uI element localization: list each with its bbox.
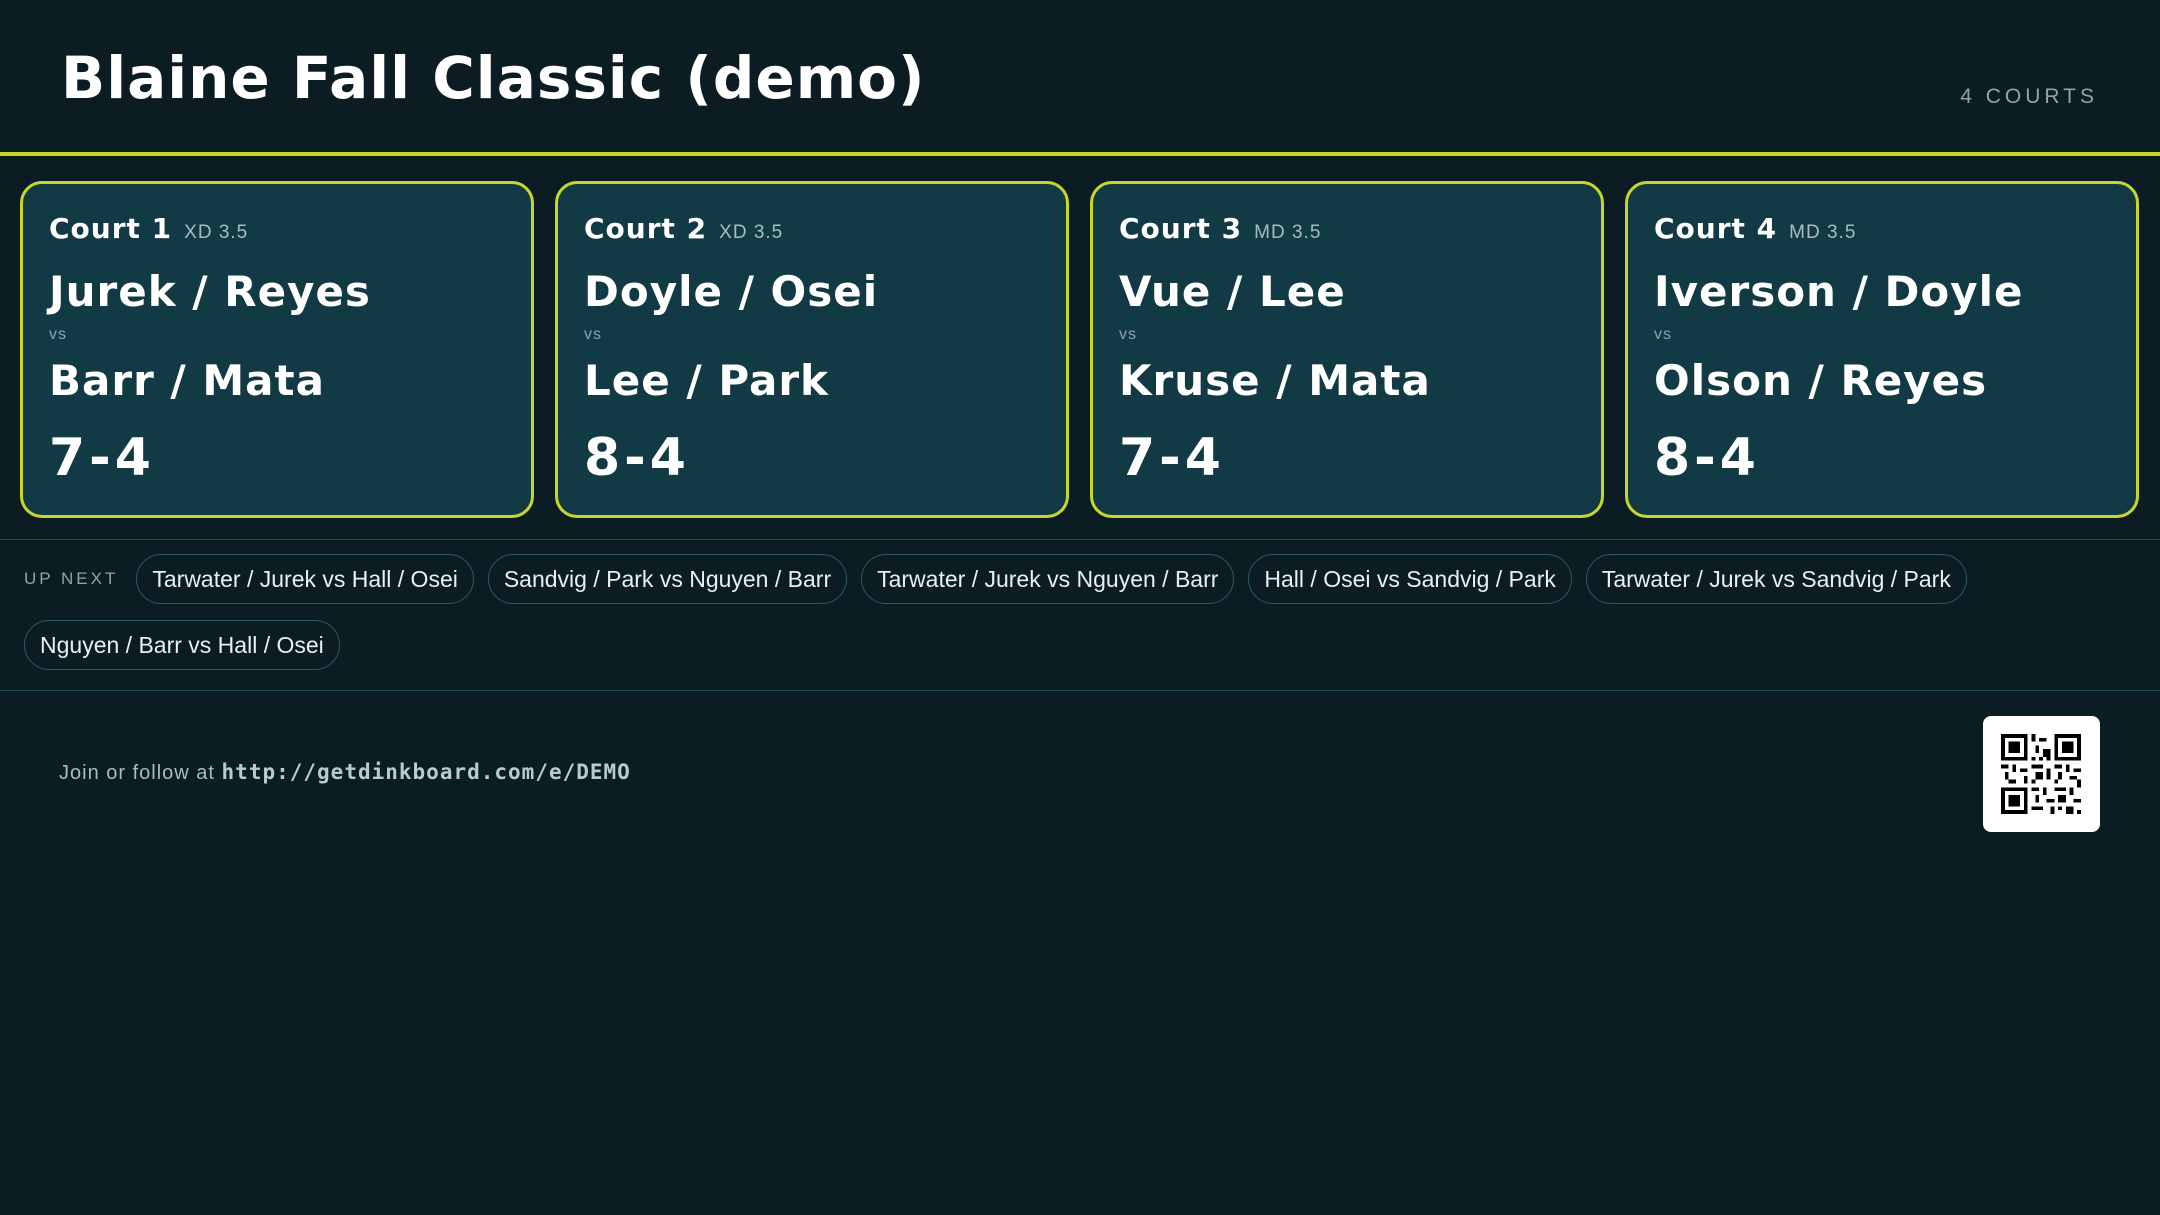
court-card[interactable]: Court 2 XD 3.5 Doyle / Osei vs Lee / Park… <box>555 181 1069 518</box>
event-url-link[interactable]: http://getdinkboard.com/e/DEMO <box>222 760 631 784</box>
score: 8-4 <box>1654 428 1760 488</box>
court-division: MD 3.5 <box>1254 222 1322 243</box>
join-footer: Join or follow at http://getdinkboard.co… <box>59 760 631 785</box>
up-next-match-chip[interactable]: Hall / Osei vs Sandvig / Park <box>1248 554 1572 604</box>
qr-code-graphic <box>2001 734 2081 814</box>
courts-count: 4 COURTS <box>1960 85 2098 108</box>
score: 7-4 <box>49 428 155 488</box>
up-next-match-chip[interactable]: Tarwater / Jurek vs Sandvig / Park <box>1585 554 1967 604</box>
score: 7-4 <box>1119 428 1225 488</box>
team-a: Doyle / Osei <box>584 267 879 316</box>
up-next-label: UP NEXT <box>24 569 119 588</box>
vs-label: vs <box>1654 326 1672 343</box>
court-name: Court 3 <box>1119 212 1243 245</box>
score: 8-4 <box>584 428 690 488</box>
team-b: Lee / Park <box>584 356 829 405</box>
team-b: Olson / Reyes <box>1654 356 1988 405</box>
vs-label: vs <box>584 326 602 343</box>
court-card[interactable]: Court 3 MD 3.5 Vue / Lee vs Kruse / Mata … <box>1090 181 1604 518</box>
qr-code-icon[interactable] <box>1983 716 2100 832</box>
court-name: Court 1 <box>49 212 173 245</box>
footer-divider <box>0 690 2160 691</box>
court-card[interactable]: Court 4 MD 3.5 Iverson / Doyle vs Olson /… <box>1625 181 2139 518</box>
team-b: Kruse / Mata <box>1119 356 1431 405</box>
team-a: Jurek / Reyes <box>49 267 371 316</box>
up-next-match-chip[interactable]: Nguyen / Barr vs Hall / Osei <box>24 620 340 670</box>
vs-label: vs <box>1119 326 1137 343</box>
up-next-match-chip[interactable]: Tarwater / Jurek vs Hall / Osei <box>136 554 474 604</box>
courts-grid: Court 1 XD 3.5 Jurek / Reyes vs Barr / Ma… <box>20 181 2140 518</box>
up-next-match-chip[interactable]: Tarwater / Jurek vs Nguyen / Barr <box>861 554 1235 604</box>
court-card[interactable]: Court 1 XD 3.5 Jurek / Reyes vs Barr / Ma… <box>20 181 534 518</box>
event-title: Blaine Fall Classic (demo) <box>61 44 926 112</box>
court-name: Court 2 <box>584 212 708 245</box>
join-text: Join or follow at <box>59 762 215 784</box>
vs-label: vs <box>49 326 67 343</box>
team-a: Iverson / Doyle <box>1654 267 2024 316</box>
court-name: Court 4 <box>1654 212 1778 245</box>
court-heading: Court 2 XD 3.5 <box>584 212 783 245</box>
court-heading: Court 1 XD 3.5 <box>49 212 248 245</box>
court-division: XD 3.5 <box>719 222 784 243</box>
team-b: Barr / Mata <box>49 356 325 405</box>
up-next-match-chip[interactable]: Sandvig / Park vs Nguyen / Barr <box>487 554 848 604</box>
court-division: MD 3.5 <box>1789 222 1857 243</box>
header: Blaine Fall Classic (demo) 4 COURTS <box>0 0 2160 156</box>
court-division: XD 3.5 <box>184 222 249 243</box>
up-next-queue: UP NEXT Tarwater / Jurek vs Hall / Osei … <box>24 554 2134 670</box>
team-a: Vue / Lee <box>1119 267 1346 316</box>
court-heading: Court 4 MD 3.5 <box>1654 212 1856 245</box>
court-heading: Court 3 MD 3.5 <box>1119 212 1321 245</box>
section-divider <box>0 539 2160 540</box>
